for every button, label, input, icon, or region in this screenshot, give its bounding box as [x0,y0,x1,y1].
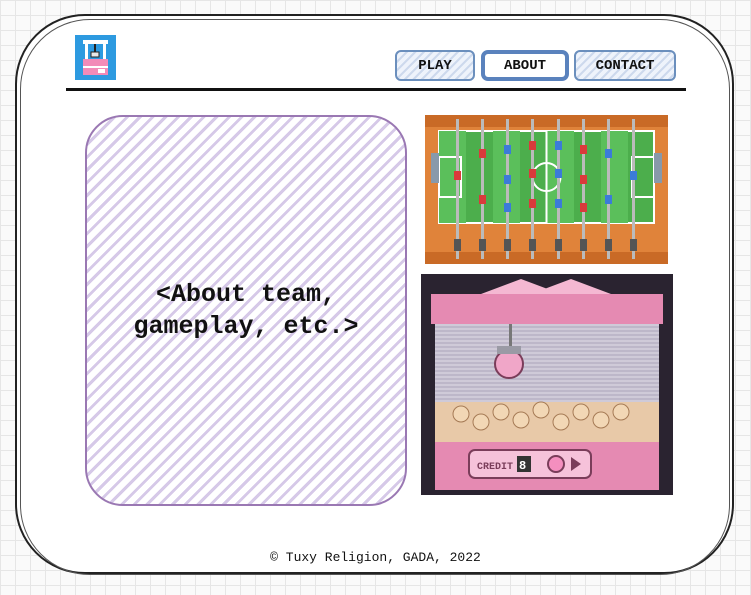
nav-play-button[interactable]: PLAY [395,50,475,81]
about-placeholder-text: <About team, gameplay, etc.> [133,279,359,341]
header-divider [66,88,686,91]
footer-copyright: © Tuxy Religion, GADA, 2022 [270,550,481,565]
nav-about-button[interactable]: ABOUT [481,50,569,81]
foosball-table-image [425,115,668,264]
claw-machine-pixel-art-image: CREDIT 8 [421,274,673,495]
claw-credit-value: 8 [519,459,526,473]
about-panel: <About team, gameplay, etc.> [85,115,407,506]
claw-credit-label: CREDIT [477,462,513,473]
claw-machine-logo-icon[interactable] [75,35,116,80]
nav-contact-button[interactable]: CONTACT [574,50,676,81]
